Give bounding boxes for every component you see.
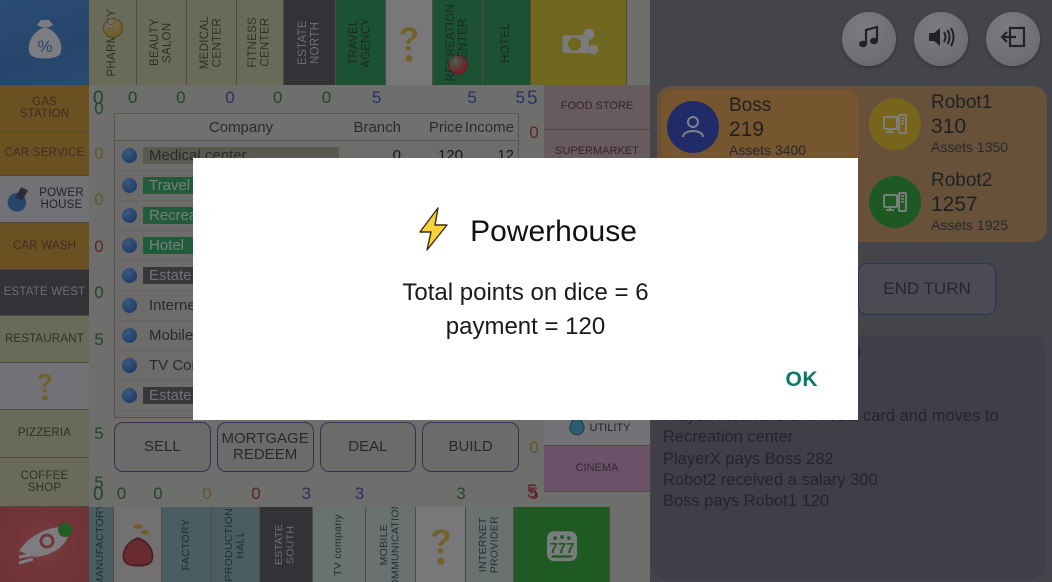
game-screen: % GAS STATIONCAR SERVICEPOWER HOUSECAR W… [0, 0, 1052, 582]
dialog-ok-button[interactable]: OK [786, 368, 819, 392]
dialog-body: Total points on dice = 6 payment = 120 [193, 276, 858, 344]
lightning-bolt-icon [414, 206, 454, 257]
dialog-line-1: Total points on dice = 6 [402, 279, 649, 306]
dialog-title: Powerhouse [470, 214, 637, 248]
dialog-line-2: payment = 120 [445, 313, 606, 341]
event-dialog: Powerhouse Total points on dice = 6 paym… [193, 158, 858, 420]
dialog-title-row: Powerhouse [193, 206, 858, 257]
